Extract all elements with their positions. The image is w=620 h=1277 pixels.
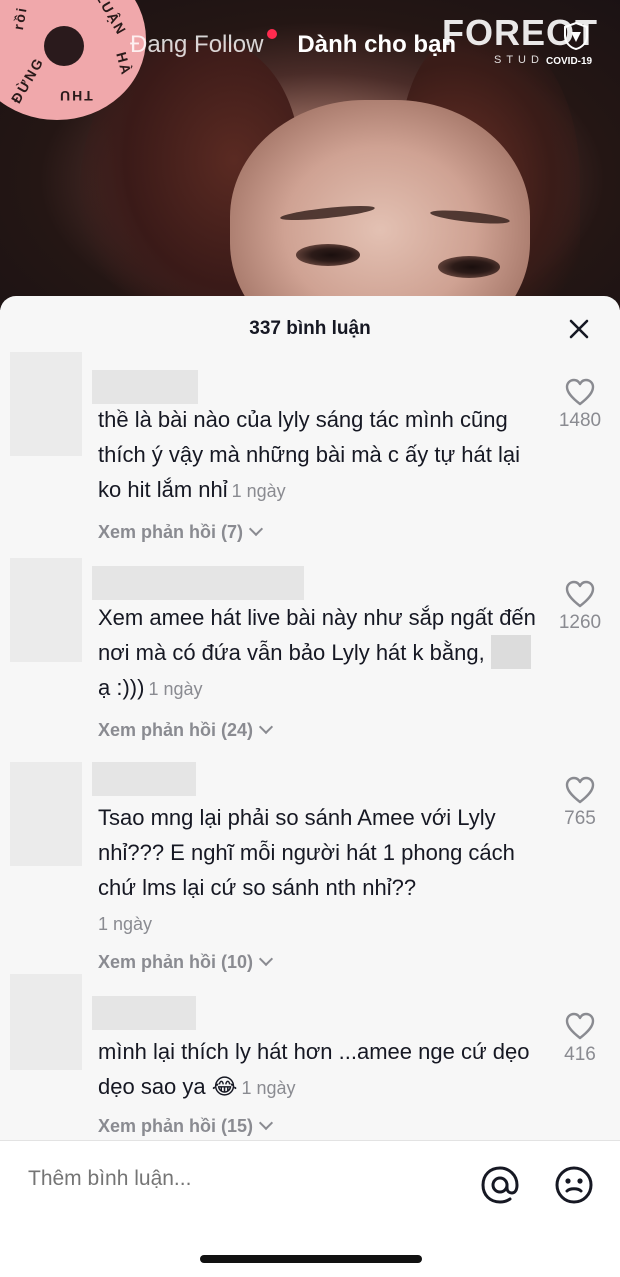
watermark-subtitle: STUD xyxy=(494,54,544,66)
notification-dot xyxy=(267,29,278,39)
video-eye-right xyxy=(438,256,500,278)
view-replies-label: Xem phản hồi (10) xyxy=(98,952,254,972)
watermark-logo: FOREOT STUD COVID-19 xyxy=(442,12,618,72)
comment-time: 1 ngày xyxy=(98,914,153,934)
like-button[interactable]: 416 xyxy=(552,1012,608,1066)
comment-count: 337 bình luận xyxy=(249,318,371,339)
chevron-down-icon xyxy=(258,951,274,967)
view-replies-button[interactable]: Xem phản hồi (15) xyxy=(98,1115,274,1137)
avatar[interactable] xyxy=(10,352,82,456)
chevron-down-icon xyxy=(248,521,264,537)
comment-text: Tsao mng lại phải so sánh Amee với Lyly … xyxy=(98,800,538,942)
comment-body-end: ạ :))) xyxy=(98,675,145,700)
like-button[interactable]: 765 xyxy=(552,776,608,830)
heart-icon xyxy=(565,1012,595,1040)
like-button[interactable]: 1260 xyxy=(552,580,608,634)
feed-tabs: Đang Follow Dành cho bạn xyxy=(130,28,456,62)
like-count: 765 xyxy=(564,808,596,829)
username-redacted[interactable] xyxy=(92,762,196,796)
view-replies-label: Xem phản hồi (7) xyxy=(98,522,244,542)
comment-text: Xem amee hát live bài này như sắp ngất đ… xyxy=(98,600,538,707)
tab-following-label: Đang Follow xyxy=(130,31,264,58)
comment-body: Tsao mng lại phải so sánh Amee với Lyly … xyxy=(98,805,515,900)
music-record-sticker: ĐỪNG rồi THU HÀ LUẬN xyxy=(0,0,150,120)
tab-following[interactable]: Đang Follow xyxy=(130,29,278,59)
username-redacted[interactable] xyxy=(92,996,196,1030)
record-center xyxy=(44,26,84,66)
like-count: 1260 xyxy=(558,612,602,633)
close-icon[interactable] xyxy=(566,316,592,342)
at-icon[interactable] xyxy=(480,1165,520,1205)
username-redacted[interactable] xyxy=(92,566,304,600)
comment-body: Xem amee hát live bài này như sắp ngất đ… xyxy=(98,605,536,665)
redacted-word xyxy=(490,635,531,669)
heart-icon xyxy=(565,580,595,608)
view-replies-label: Xem phản hồi (24) xyxy=(98,720,254,740)
comment-input[interactable] xyxy=(28,1167,448,1191)
home-indicator[interactable] xyxy=(200,1255,422,1263)
video-background[interactable]: ĐỪNG rồi THU HÀ LUẬN Đang Follow Dành ch… xyxy=(0,0,620,310)
view-replies-button[interactable]: Xem phản hồi (10) xyxy=(98,951,274,973)
comment-text: thề là bài nào của lyly sáng tác mình cũ… xyxy=(98,402,538,509)
laughing-emoji: 😂 xyxy=(211,1074,238,1099)
heart-icon xyxy=(565,378,595,406)
heart-icon xyxy=(565,776,595,804)
comment-input-bar xyxy=(0,1140,620,1277)
avatar[interactable] xyxy=(10,762,82,866)
comment-time: 1 ngày xyxy=(231,481,286,501)
tab-for-you[interactable]: Dành cho bạn xyxy=(297,31,456,59)
video-eye-left xyxy=(296,244,360,266)
comments-header: 337 bình luận xyxy=(0,296,620,362)
view-replies-button[interactable]: Xem phản hồi (24) xyxy=(98,719,274,741)
comment-body: mình lại thích ly hát hơn ...amee nge cứ… xyxy=(98,1039,530,1099)
view-replies-button[interactable]: Xem phản hồi (7) xyxy=(98,521,264,543)
record-text-3: THU xyxy=(58,88,93,104)
comment-time: 1 ngày xyxy=(148,679,203,699)
emoji-icon[interactable] xyxy=(554,1165,594,1205)
comment-body: thề là bài nào của lyly sáng tác mình cũ… xyxy=(98,407,520,502)
shield-icon xyxy=(564,22,588,50)
comment-time: 1 ngày xyxy=(241,1078,296,1098)
comments-sheet: 337 bình luận thề là bài nào của lyly sá… xyxy=(0,296,620,1277)
comment-text: mình lại thích ly hát hơn ...amee nge cứ… xyxy=(98,1034,538,1106)
username-redacted[interactable] xyxy=(92,370,198,404)
avatar[interactable] xyxy=(10,558,82,662)
watermark-covid: COVID-19 xyxy=(546,56,593,67)
chevron-down-icon xyxy=(258,1115,274,1131)
video-face xyxy=(230,100,530,310)
chevron-down-icon xyxy=(258,719,274,735)
like-count: 1480 xyxy=(558,410,602,431)
like-button[interactable]: 1480 xyxy=(552,378,608,432)
view-replies-label: Xem phản hồi (15) xyxy=(98,1116,254,1136)
avatar[interactable] xyxy=(10,974,82,1070)
like-count: 416 xyxy=(564,1044,596,1065)
